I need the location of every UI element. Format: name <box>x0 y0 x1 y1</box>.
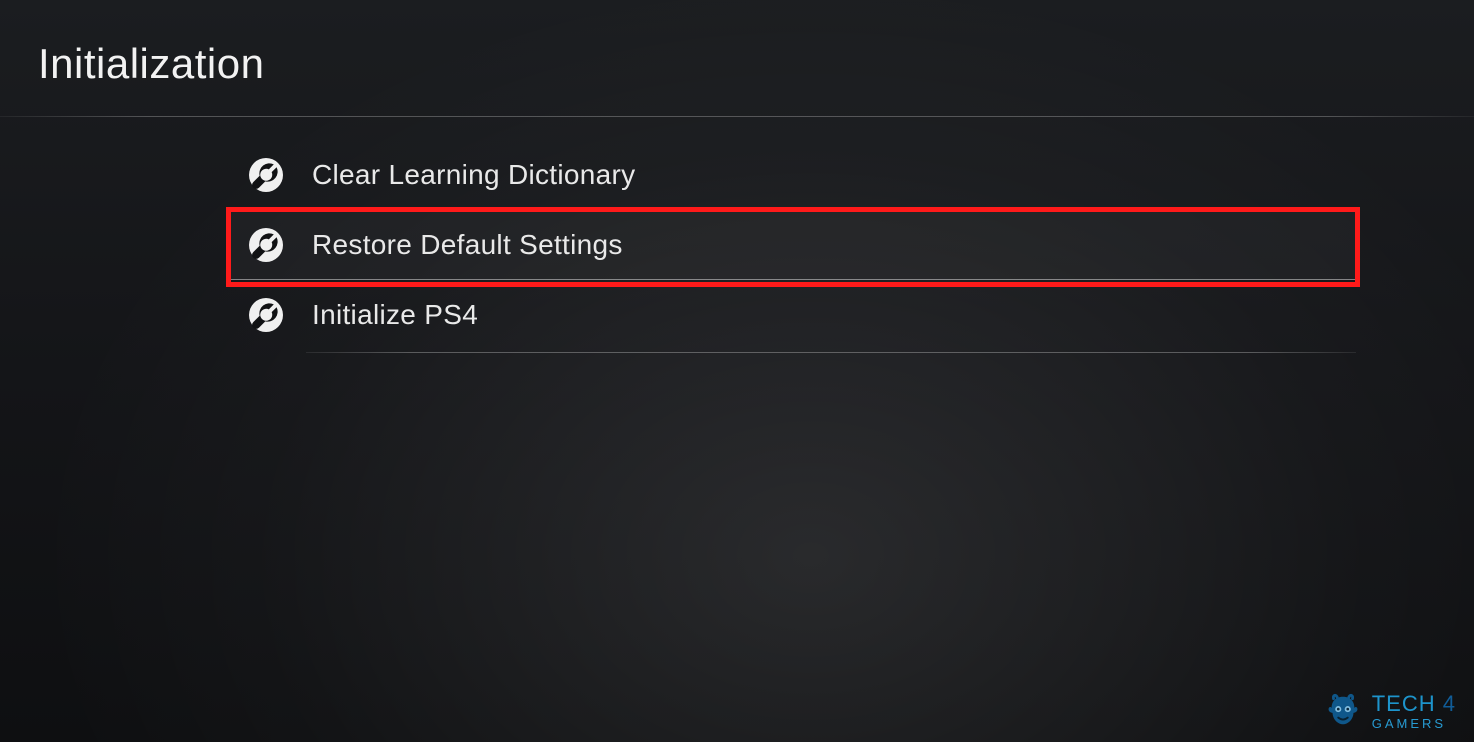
watermark-text: TECH 4 GAMERS <box>1372 693 1456 730</box>
menu-item-clear-learning-dictionary[interactable]: Clear Learning Dictionary <box>230 140 1356 210</box>
initialization-menu: Clear Learning Dictionary Restore Defaul… <box>230 140 1356 350</box>
watermark-brand-bottom: GAMERS <box>1372 717 1456 730</box>
menu-item-label: Restore Default Settings <box>312 229 623 261</box>
wrench-icon <box>248 157 284 193</box>
watermark-brand-top-right: 4 <box>1443 691 1456 716</box>
menu-item-label: Clear Learning Dictionary <box>312 159 635 191</box>
page-header: Initialization <box>38 40 1436 88</box>
wrench-icon <box>248 227 284 263</box>
watermark-brand-top-left: TECH <box>1372 691 1436 716</box>
menu-end-divider <box>306 352 1356 353</box>
menu-item-label: Initialize PS4 <box>312 299 478 331</box>
mascot-icon <box>1324 692 1362 730</box>
background-haze <box>0 0 1474 742</box>
header-divider <box>0 116 1474 117</box>
menu-item-initialize-ps4[interactable]: Initialize PS4 <box>230 280 1356 350</box>
wrench-icon <box>248 297 284 333</box>
watermark: TECH 4 GAMERS <box>1324 692 1456 730</box>
menu-item-restore-default-settings[interactable]: Restore Default Settings <box>230 210 1356 280</box>
page-title: Initialization <box>38 40 1436 88</box>
